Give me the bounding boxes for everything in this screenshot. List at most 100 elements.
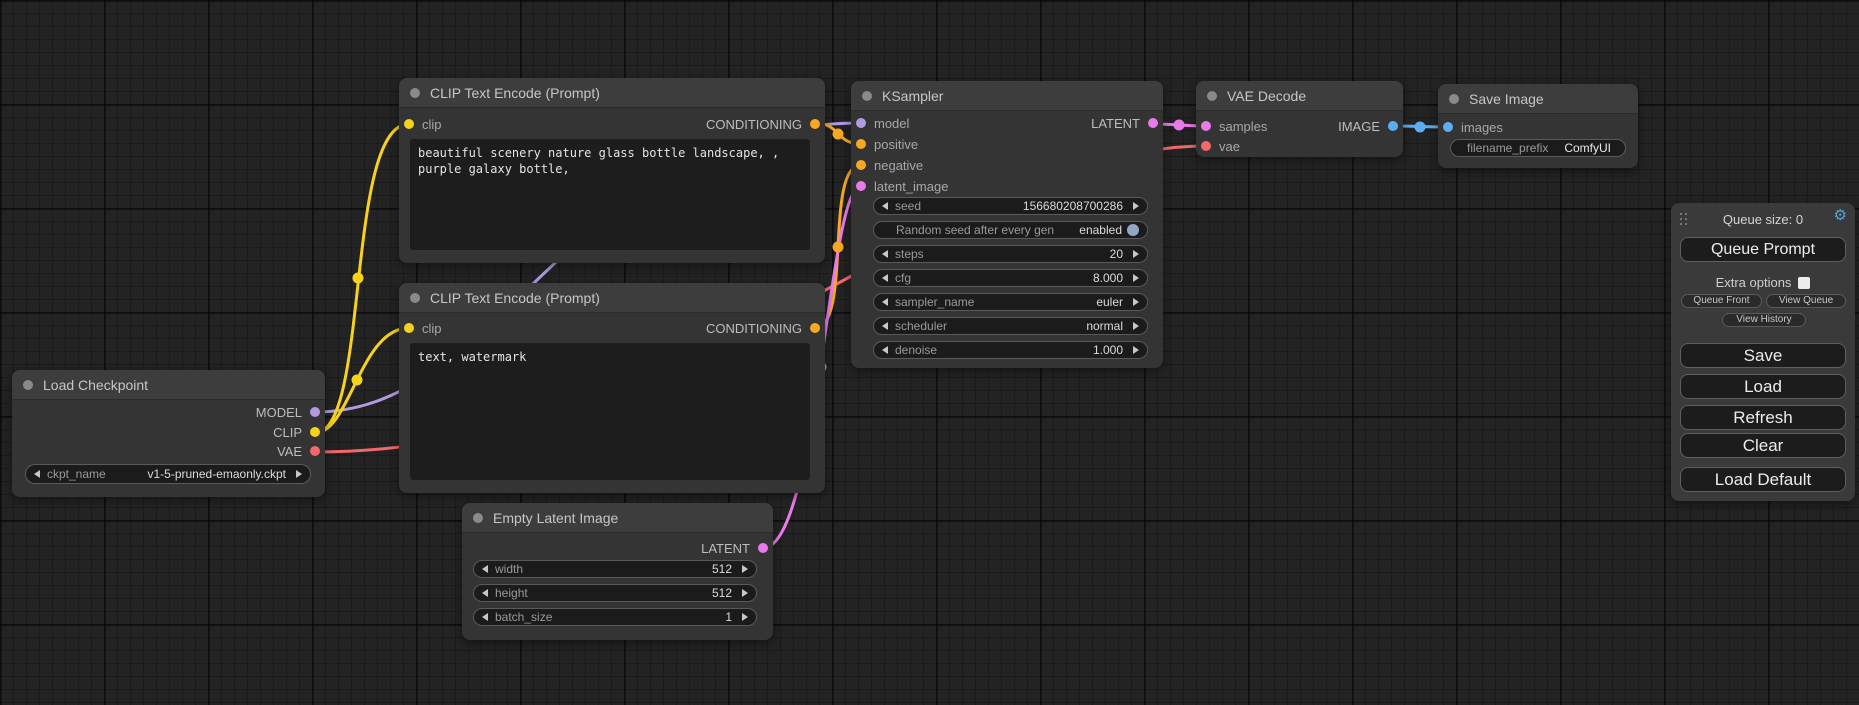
node-title-bar[interactable]: Load Checkpoint bbox=[12, 370, 325, 400]
queue-prompt-button[interactable]: Queue Prompt bbox=[1680, 237, 1846, 262]
images-input-dot[interactable] bbox=[1443, 122, 1453, 132]
widget-cfg[interactable]: cfg 8.000 bbox=[873, 269, 1148, 287]
samples-input-dot[interactable] bbox=[1201, 121, 1211, 131]
gear-icon[interactable]: ⚙ bbox=[1834, 208, 1847, 223]
clip-input-dot[interactable] bbox=[404, 323, 414, 333]
next-value-arrow-icon[interactable] bbox=[1133, 274, 1139, 282]
refresh-button[interactable]: Refresh bbox=[1680, 405, 1846, 430]
widget-random-seed-toggle[interactable]: Random seed after every gen enabled bbox=[873, 221, 1148, 239]
next-value-arrow-icon[interactable] bbox=[742, 613, 748, 621]
node-title-bar[interactable]: CLIP Text Encode (Prompt) bbox=[399, 283, 825, 313]
negative-prompt-textarea[interactable]: text, watermark bbox=[410, 343, 810, 480]
clip-output-dot[interactable] bbox=[310, 427, 320, 437]
output-slot-vae[interactable]: VAE bbox=[277, 441, 320, 461]
toggle-on-icon[interactable] bbox=[1127, 224, 1139, 236]
model-input-dot[interactable] bbox=[856, 118, 866, 128]
collapse-dot-icon[interactable] bbox=[862, 91, 872, 101]
next-value-arrow-icon[interactable] bbox=[1133, 322, 1139, 330]
widget-batch-size[interactable]: batch_size 1 bbox=[473, 608, 757, 626]
input-slot-latent-image[interactable]: latent_image bbox=[856, 176, 948, 196]
positive-prompt-textarea[interactable]: beautiful scenery nature glass bottle la… bbox=[410, 139, 810, 250]
queue-front-button[interactable]: Queue Front bbox=[1681, 294, 1762, 308]
node-empty-latent-image[interactable]: Empty Latent Image LATENT width 512 heig… bbox=[462, 503, 773, 640]
vae-output-dot[interactable] bbox=[310, 446, 320, 456]
extra-options-checkbox[interactable] bbox=[1798, 277, 1810, 289]
input-slot-clip[interactable]: clip bbox=[404, 318, 442, 338]
prev-value-arrow-icon[interactable] bbox=[482, 589, 488, 597]
latent-output-dot[interactable] bbox=[1148, 118, 1158, 128]
next-value-arrow-icon[interactable] bbox=[296, 470, 302, 478]
node-vae-decode[interactable]: VAE Decode samples IMAGE vae bbox=[1196, 81, 1403, 157]
prev-value-arrow-icon[interactable] bbox=[34, 470, 40, 478]
queue-panel[interactable]: Queue size: 0 ⚙ Queue Prompt Extra optio… bbox=[1671, 203, 1855, 501]
prev-value-arrow-icon[interactable] bbox=[882, 298, 888, 306]
conditioning-output-dot[interactable] bbox=[810, 119, 820, 129]
node-title-bar[interactable]: Empty Latent Image bbox=[462, 503, 773, 533]
output-slot-conditioning[interactable]: CONDITIONING bbox=[706, 318, 820, 338]
comfyui-canvas[interactable]: { "colors": { "model": "#B19BE0", "clip"… bbox=[0, 0, 1859, 705]
input-slot-positive[interactable]: positive bbox=[856, 134, 918, 154]
node-load-checkpoint[interactable]: Load Checkpoint MODEL CLIP VAE ckpt_name… bbox=[12, 370, 325, 497]
next-value-arrow-icon[interactable] bbox=[1133, 346, 1139, 354]
input-slot-images[interactable]: images bbox=[1443, 117, 1503, 137]
output-slot-model[interactable]: MODEL bbox=[256, 402, 320, 422]
node-clip-text-encode-negative[interactable]: CLIP Text Encode (Prompt) clip CONDITION… bbox=[399, 283, 825, 493]
clear-button[interactable]: Clear bbox=[1680, 433, 1846, 458]
collapse-dot-icon[interactable] bbox=[410, 88, 420, 98]
node-save-image[interactable]: Save Image images filename_prefix ComfyU… bbox=[1438, 84, 1638, 168]
output-slot-latent[interactable]: LATENT bbox=[701, 538, 768, 558]
widget-sampler-name[interactable]: sampler_name euler bbox=[873, 293, 1148, 311]
next-value-arrow-icon[interactable] bbox=[1133, 298, 1139, 306]
prev-value-arrow-icon[interactable] bbox=[482, 613, 488, 621]
node-title-bar[interactable]: Save Image bbox=[1438, 84, 1638, 114]
widget-steps[interactable]: steps 20 bbox=[873, 245, 1148, 263]
next-value-arrow-icon[interactable] bbox=[742, 565, 748, 573]
collapse-dot-icon[interactable] bbox=[23, 380, 33, 390]
prev-value-arrow-icon[interactable] bbox=[882, 202, 888, 210]
widget-ckpt-name[interactable]: ckpt_name v1-5-pruned-emaonly.ckpt bbox=[25, 464, 311, 484]
node-ksampler[interactable]: KSampler model LATENT positive negative … bbox=[851, 81, 1163, 368]
latent-image-input-dot[interactable] bbox=[856, 181, 866, 191]
input-slot-vae[interactable]: vae bbox=[1201, 136, 1240, 156]
conditioning-output-dot[interactable] bbox=[810, 323, 820, 333]
collapse-dot-icon[interactable] bbox=[410, 293, 420, 303]
load-default-button[interactable]: Load Default bbox=[1680, 467, 1846, 492]
node-clip-text-encode-positive[interactable]: CLIP Text Encode (Prompt) clip CONDITION… bbox=[399, 78, 825, 263]
next-value-arrow-icon[interactable] bbox=[1133, 250, 1139, 258]
output-slot-conditioning[interactable]: CONDITIONING bbox=[706, 114, 820, 134]
collapse-dot-icon[interactable] bbox=[1207, 91, 1217, 101]
prev-value-arrow-icon[interactable] bbox=[882, 250, 888, 258]
collapse-dot-icon[interactable] bbox=[473, 513, 483, 523]
positive-input-dot[interactable] bbox=[856, 139, 866, 149]
output-slot-clip[interactable]: CLIP bbox=[273, 422, 320, 442]
view-history-button[interactable]: View History bbox=[1722, 313, 1806, 327]
output-slot-image[interactable]: IMAGE bbox=[1338, 116, 1398, 136]
input-slot-samples[interactable]: samples bbox=[1201, 116, 1267, 136]
widget-filename-prefix[interactable]: filename_prefix ComfyUI bbox=[1450, 139, 1626, 157]
load-button[interactable]: Load bbox=[1680, 374, 1846, 399]
widget-height[interactable]: height 512 bbox=[473, 584, 757, 602]
node-title-bar[interactable]: CLIP Text Encode (Prompt) bbox=[399, 78, 825, 108]
input-slot-clip[interactable]: clip bbox=[404, 114, 442, 134]
view-queue-button[interactable]: View Queue bbox=[1766, 294, 1846, 308]
model-output-dot[interactable] bbox=[310, 407, 320, 417]
output-slot-latent[interactable]: LATENT bbox=[1091, 113, 1158, 133]
node-title-bar[interactable]: VAE Decode bbox=[1196, 81, 1403, 111]
prev-value-arrow-icon[interactable] bbox=[482, 565, 488, 573]
next-value-arrow-icon[interactable] bbox=[1133, 202, 1139, 210]
negative-input-dot[interactable] bbox=[856, 160, 866, 170]
input-slot-negative[interactable]: negative bbox=[856, 155, 923, 175]
image-output-dot[interactable] bbox=[1388, 121, 1398, 131]
latent-output-dot[interactable] bbox=[758, 543, 768, 553]
node-title-bar[interactable]: KSampler bbox=[851, 81, 1163, 111]
widget-denoise[interactable]: denoise 1.000 bbox=[873, 341, 1148, 359]
vae-input-dot[interactable] bbox=[1201, 141, 1211, 151]
prev-value-arrow-icon[interactable] bbox=[882, 274, 888, 282]
next-value-arrow-icon[interactable] bbox=[742, 589, 748, 597]
input-slot-model[interactable]: model bbox=[856, 113, 909, 133]
widget-scheduler[interactable]: scheduler normal bbox=[873, 317, 1148, 335]
widget-seed[interactable]: seed 156680208700286 bbox=[873, 197, 1148, 215]
save-button[interactable]: Save bbox=[1680, 343, 1846, 368]
widget-width[interactable]: width 512 bbox=[473, 560, 757, 578]
prev-value-arrow-icon[interactable] bbox=[882, 346, 888, 354]
